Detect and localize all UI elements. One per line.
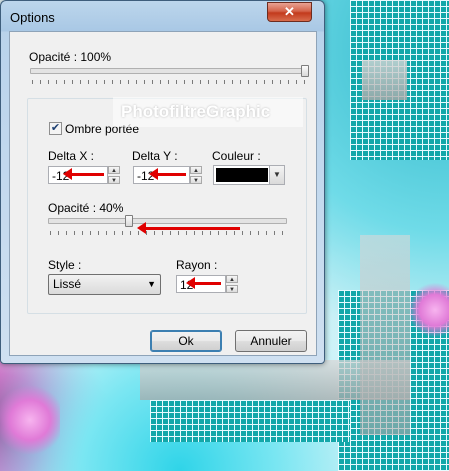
chevron-down-icon: ▼: [147, 279, 156, 289]
close-icon: ✕: [284, 4, 295, 19]
red-arrow-annotation: [63, 168, 104, 180]
style-label: Style :: [48, 258, 82, 272]
close-button[interactable]: ✕: [267, 2, 312, 22]
opacity-slider-ticks: [32, 80, 308, 84]
watermark-logo: PhotofiltreGraphic: [113, 97, 303, 127]
options-dialog: Options ✕ Opacité : 100% ✔ Ombre portée …: [0, 0, 325, 364]
delta-y-spinner[interactable]: ▲ ▼: [190, 166, 202, 184]
color-swatch: [216, 168, 268, 182]
shadow-opacity-label: Opacité : 40%: [48, 201, 124, 215]
shadow-opacity-slider-thumb[interactable]: [125, 215, 133, 227]
gray-block: [362, 60, 407, 100]
red-arrow-annotation: [149, 168, 186, 180]
spin-up-icon[interactable]: ▲: [226, 275, 238, 283]
spin-down-icon[interactable]: ▼: [190, 176, 202, 184]
radius-spinner[interactable]: ▲ ▼: [226, 275, 238, 293]
title-bar: Options ✕: [1, 1, 324, 31]
style-select[interactable]: Lissé ▼: [48, 274, 161, 295]
shadow-opacity-slider-track[interactable]: [48, 218, 287, 224]
radius-label: Rayon :: [176, 258, 218, 272]
delta-y-label: Delta Y :: [132, 149, 178, 163]
color-picker[interactable]: ▼: [213, 165, 285, 185]
chevron-down-icon[interactable]: ▼: [269, 166, 284, 184]
delta-x-label: Delta X :: [48, 149, 95, 163]
spin-up-icon[interactable]: ▲: [190, 166, 202, 174]
cancel-button[interactable]: Annuler: [235, 330, 307, 352]
opacity-label: Opacité : 100%: [29, 50, 112, 64]
delta-x-spinner[interactable]: ▲ ▼: [108, 166, 120, 184]
opacity-slider-track[interactable]: [30, 68, 304, 74]
drop-shadow-checkbox[interactable]: ✔: [49, 122, 62, 135]
red-arrow-annotation: [137, 222, 240, 234]
gray-block: [360, 235, 410, 435]
pink-blob: [410, 280, 449, 340]
window-title: Options: [10, 10, 55, 25]
teal-grid-pattern: [150, 400, 350, 442]
shadow-opacity-slider-ticks: [50, 231, 290, 235]
spin-up-icon[interactable]: ▲: [108, 166, 120, 174]
dialog-body: Opacité : 100% ✔ Ombre portée Delta X : …: [9, 31, 317, 356]
opacity-slider-thumb[interactable]: [301, 65, 309, 77]
red-arrow-annotation: [186, 277, 221, 289]
ok-button[interactable]: Ok: [150, 330, 222, 352]
color-label: Couleur :: [212, 149, 261, 163]
spin-down-icon[interactable]: ▼: [226, 285, 238, 293]
pink-blob: [0, 380, 60, 460]
spin-down-icon[interactable]: ▼: [108, 176, 120, 184]
style-selected-value: Lissé: [53, 277, 82, 291]
